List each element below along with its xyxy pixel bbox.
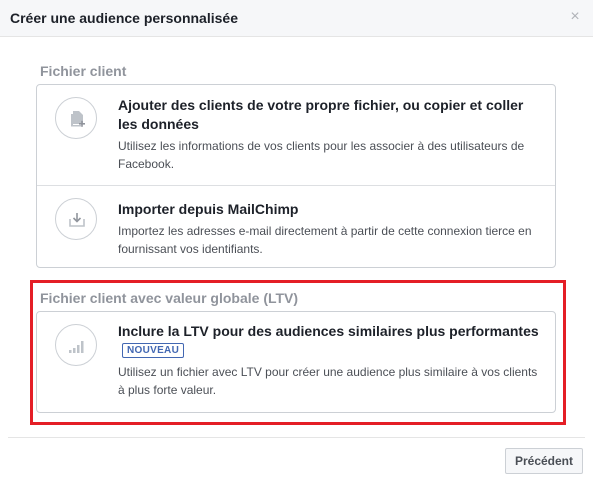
bar-chart-icon: [55, 324, 97, 366]
import-icon: [55, 198, 97, 240]
option-title: Ajouter des clients de votre propre fich…: [118, 97, 524, 132]
previous-button[interactable]: Précédent: [504, 448, 583, 474]
option-title-text: Inclure la LTV pour des audiences simila…: [118, 323, 539, 339]
section-title-customer-file-ltv: Fichier client avec valeur globale (LTV): [40, 290, 299, 306]
dialog-title: Créer une audience personnalisée: [10, 10, 238, 26]
close-icon[interactable]: ×: [567, 8, 583, 26]
new-badge: NOUVEAU: [122, 343, 185, 358]
option-description: Utilisez les informations de vos clients…: [118, 139, 525, 171]
dialog-header: Créer une audience personnalisée ×: [0, 0, 593, 37]
option-description: Utilisez un fichier avec LTV pour créer …: [118, 365, 538, 397]
section-title-customer-file: Fichier client: [40, 63, 127, 79]
footer-divider: [8, 437, 585, 438]
option-title: Inclure la LTV pour des audiences simila…: [118, 322, 539, 360]
option-import-mailchimp[interactable]: Importer depuis MailChimp Importez les a…: [37, 185, 555, 267]
add-document-icon: [55, 97, 97, 139]
option-include-ltv[interactable]: Inclure la LTV pour des audiences simila…: [37, 312, 555, 412]
option-description: Importez les adresses e-mail directement…: [118, 224, 532, 256]
custom-audience-dialog: Créer une audience personnalisée × Fichi…: [0, 0, 593, 482]
customer-file-ltv-options: Inclure la LTV pour des audiences simila…: [36, 311, 556, 413]
option-title: Importer depuis MailChimp: [118, 201, 299, 217]
customer-file-options: Ajouter des clients de votre propre fich…: [36, 84, 556, 268]
option-add-customers-from-file[interactable]: Ajouter des clients de votre propre fich…: [37, 85, 555, 185]
